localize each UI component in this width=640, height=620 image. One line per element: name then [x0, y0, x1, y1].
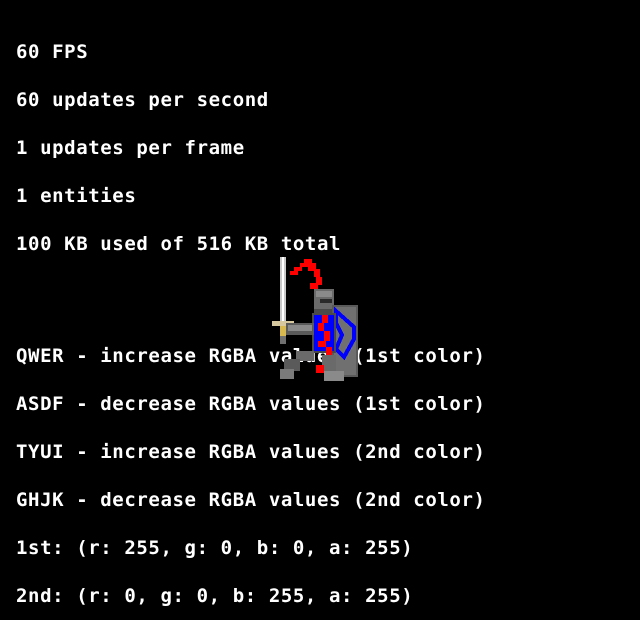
first-color-fill — [318, 341, 326, 347]
control-hint-tyui: TYUI - increase RGBA values (2nd color) — [16, 441, 486, 463]
plume — [290, 259, 322, 289]
first-color-fill — [316, 365, 324, 373]
tabard — [312, 313, 336, 357]
first-color-fill — [290, 271, 298, 275]
fps-counter: 60 FPS — [16, 41, 89, 63]
control-hint-asdf: ASDF - decrease RGBA values (1st color) — [16, 393, 486, 415]
helmet — [314, 289, 334, 313]
first-color-fill — [300, 263, 308, 267]
first-color-fill — [294, 267, 302, 271]
first-color-fill — [314, 269, 320, 277]
arm — [286, 323, 314, 335]
first-color-fill — [310, 283, 318, 289]
second-color-values: 2nd: (r: 0, g: 0, b: 255, a: 255) — [16, 585, 414, 607]
first-color-fill — [318, 323, 324, 331]
memory-usage: 100 KB used of 516 KB total — [16, 233, 342, 255]
first-color-values: 1st: (r: 255, g: 0, b: 0, a: 255) — [16, 537, 414, 559]
updates-per-second: 60 updates per second — [16, 89, 269, 111]
first-color-fill — [322, 315, 328, 323]
knight-sprite-icon — [270, 255, 366, 385]
first-color-fill — [304, 259, 312, 263]
legs — [280, 351, 344, 381]
entity-count: 1 entities — [16, 185, 137, 207]
first-color-fill — [324, 331, 330, 341]
updates-per-frame: 1 updates per frame — [16, 137, 245, 159]
control-hint-ghjk: GHJK - decrease RGBA values (2nd color) — [16, 489, 486, 511]
